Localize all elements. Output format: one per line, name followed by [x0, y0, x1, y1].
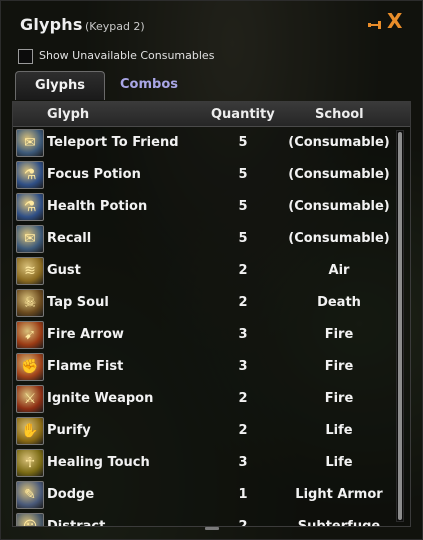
table-header: Glyph Quantity School: [13, 102, 410, 127]
glyph-name: Flame Fist: [47, 359, 124, 374]
glyph-quantity: 5: [238, 231, 248, 246]
show-unavailable-label: Show Unavailable Consumables: [39, 49, 215, 62]
glyph-rows: ✉ Teleport To Friend 5 (Consumable) ⚗ Focus P…: [13, 127, 393, 527]
glyph-name: Gust: [47, 263, 81, 278]
table-row[interactable]: ☠ Tap Soul 2 Death: [13, 287, 393, 319]
glyph-school: Subterfuge: [297, 519, 381, 527]
glyph-school: Air: [328, 263, 350, 278]
window-subtitle: (Keypad 2): [85, 20, 145, 33]
sword-icon: ⚔: [16, 385, 44, 413]
tab-glyphs[interactable]: Glyphs: [15, 71, 105, 100]
table-row[interactable]: ⚗ Focus Potion 5 (Consumable): [13, 159, 393, 191]
table-row[interactable]: ✎ Dodge 1 Light Armor: [13, 479, 393, 511]
skull-icon: ☠: [16, 289, 44, 317]
glyph-name: Health Potion: [47, 199, 148, 214]
glyph-quantity: 3: [238, 327, 248, 342]
table-row[interactable]: ✊ Flame Fist 3 Fire: [13, 351, 393, 383]
scrollbar[interactable]: [396, 130, 404, 522]
glyph-quantity: 5: [238, 167, 248, 182]
pin-icon[interactable]: [368, 20, 382, 30]
table-row[interactable]: ☺ Distract 2 Subterfuge: [13, 511, 393, 527]
fist-icon: ✊: [16, 353, 44, 381]
header-school[interactable]: School: [315, 107, 364, 122]
table-row[interactable]: ✉ Recall 5 (Consumable): [13, 223, 393, 255]
red-potion-icon: ⚗: [16, 193, 44, 221]
glyph-quantity: 5: [238, 199, 248, 214]
table-row[interactable]: ⚗ Health Potion 5 (Consumable): [13, 191, 393, 223]
show-unavailable-checkbox[interactable]: [18, 49, 33, 64]
header-quantity[interactable]: Quantity: [211, 107, 275, 122]
glyph-quantity: 2: [238, 263, 248, 278]
scroll-thumb[interactable]: [398, 132, 402, 520]
table-row[interactable]: ➹ Fire Arrow 3 Fire: [13, 319, 393, 351]
glyph-name: Teleport To Friend: [47, 135, 179, 150]
glyph-name: Purify: [47, 423, 91, 438]
wind-icon: ≋: [16, 257, 44, 285]
glyph-name: Distract: [47, 519, 106, 527]
table-row[interactable]: ☥ Healing Touch 3 Life: [13, 447, 393, 479]
glyph-name: Focus Potion: [47, 167, 141, 182]
glyph-school: Fire: [324, 359, 354, 374]
scroll-icon: ✉: [16, 129, 44, 157]
table-row[interactable]: ⚔ Ignite Weapon 2 Fire: [13, 383, 393, 415]
glyph-name: Fire Arrow: [47, 327, 124, 342]
table-row[interactable]: ✉ Teleport To Friend 5 (Consumable): [13, 127, 393, 159]
table-row[interactable]: ≋ Gust 2 Air: [13, 255, 393, 287]
glyph-quantity: 5: [238, 135, 248, 150]
glyph-school: (Consumable): [288, 135, 390, 150]
feather-icon: ✎: [16, 481, 44, 509]
glyph-quantity: 1: [238, 487, 248, 502]
glyph-school: Fire: [324, 391, 354, 406]
glyphs-window: Glyphs (Keypad 2) X Show Unavailable Con…: [0, 0, 423, 540]
glyph-name: Ignite Weapon: [47, 391, 154, 406]
glyph-name: Recall: [47, 231, 92, 246]
glyph-school: (Consumable): [288, 231, 390, 246]
glyph-name: Tap Soul: [47, 295, 109, 310]
glyph-quantity: 2: [238, 423, 248, 438]
glyph-school: Death: [317, 295, 361, 310]
table-row[interactable]: ✋ Purify 2 Life: [13, 415, 393, 447]
glyph-school: (Consumable): [288, 167, 390, 182]
ankh-icon: ☥: [16, 449, 44, 477]
resize-grip[interactable]: [205, 527, 219, 530]
glyph-school: Life: [325, 455, 353, 470]
glyph-list-panel: Glyph Quantity School ✉ Teleport To Frien…: [12, 101, 411, 527]
tab-combos[interactable]: Combos: [105, 71, 193, 99]
hand-icon: ✋: [16, 417, 44, 445]
glyph-name: Dodge: [47, 487, 95, 502]
glyph-school: Light Armor: [295, 487, 383, 502]
arrow-icon: ➹: [16, 321, 44, 349]
glyph-quantity: 3: [238, 455, 248, 470]
close-icon[interactable]: X: [387, 11, 402, 31]
blue-potion-icon: ⚗: [16, 161, 44, 189]
mask-icon: ☺: [16, 513, 44, 526]
window-title: Glyphs: [20, 15, 83, 34]
header-glyph[interactable]: Glyph: [47, 107, 89, 122]
scroll-icon: ✉: [16, 225, 44, 253]
glyph-school: Life: [325, 423, 353, 438]
glyph-school: Fire: [324, 327, 354, 342]
glyph-quantity: 3: [238, 359, 248, 374]
glyph-quantity: 2: [238, 519, 248, 527]
glyph-school: (Consumable): [288, 199, 390, 214]
glyph-quantity: 2: [238, 391, 248, 406]
glyph-name: Healing Touch: [47, 455, 150, 470]
glyph-quantity: 2: [238, 295, 248, 310]
